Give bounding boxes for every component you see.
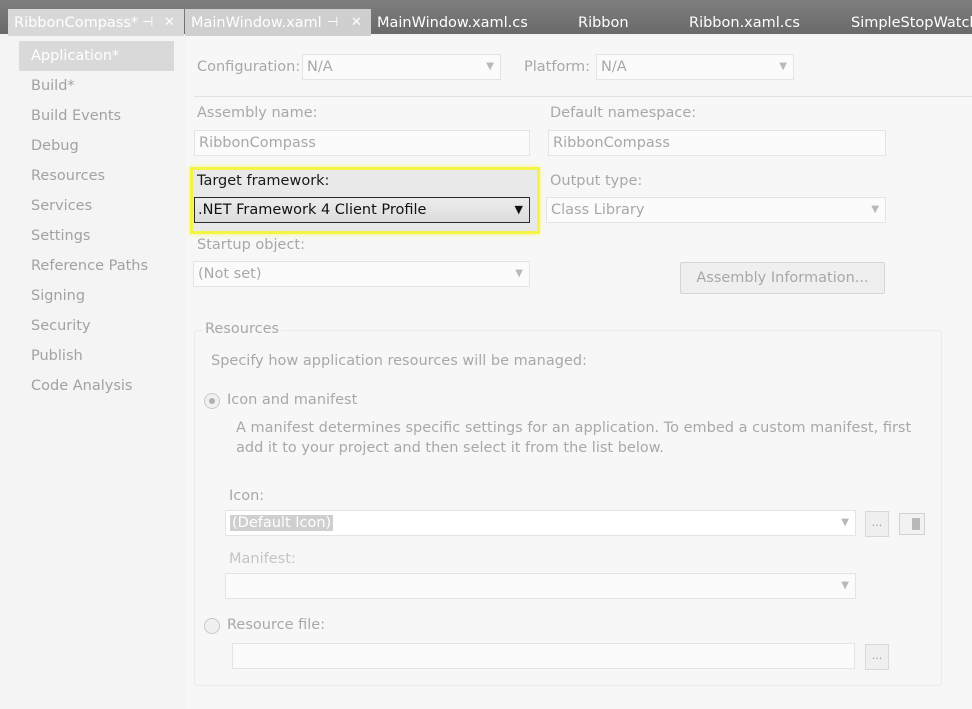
chevron-down-icon: ▼ <box>841 517 849 528</box>
sidebar-item-publish[interactable]: Publish <box>31 348 83 364</box>
tab-simplestopwatch[interactable]: SimpleStopWatch. <box>845 9 972 36</box>
close-icon[interactable]: ✕ <box>164 9 175 37</box>
chevron-down-icon: ▼ <box>486 61 494 72</box>
divider <box>194 96 972 97</box>
assembly-information-button[interactable]: Assembly Information... <box>680 262 885 294</box>
chevron-down-icon: ▼ <box>841 580 849 591</box>
resource-file-browse-button[interactable]: ... <box>865 644 889 670</box>
tab-ribboncompass[interactable]: RibbonCompass* ⊣ ✕ <box>8 9 184 36</box>
sidebar-item-security[interactable]: Security <box>31 318 91 334</box>
icon-manifest-radio[interactable] <box>204 393 220 409</box>
platform-label: Platform: <box>524 59 591 75</box>
tab-label: MainWindow.xaml.cs <box>377 15 528 31</box>
target-framework-label: Target framework: <box>197 173 330 189</box>
tab-mainwindow-xaml[interactable]: MainWindow.xaml ⊣ ✕ <box>185 9 371 36</box>
icon-manifest-desc-line-2: add it to your project and then select i… <box>236 440 664 456</box>
tab-mainwindow-xaml-cs[interactable]: MainWindow.xaml.cs <box>371 9 528 36</box>
configuration-label: Configuration: <box>197 59 301 75</box>
icon-preview-icon <box>899 513 925 535</box>
icon-preview-block <box>912 518 920 530</box>
properties-sidebar: Application* Build* Build Events Debug R… <box>0 36 186 709</box>
startup-object-value: (Not set) <box>198 266 262 282</box>
chevron-down-icon: ▼ <box>515 268 523 279</box>
chevron-down-icon: ▼ <box>871 204 879 215</box>
output-type-label: Output type: <box>550 173 643 189</box>
sidebar-item-code-analysis[interactable]: Code Analysis <box>31 378 132 394</box>
icon-value: (Default Icon) <box>230 515 334 531</box>
default-namespace-input[interactable]: RibbonCompass <box>548 130 886 156</box>
platform-combo[interactable]: N/A ▼ <box>596 54 794 80</box>
resource-file-input[interactable] <box>232 643 855 669</box>
configuration-value: N/A <box>307 59 333 75</box>
resource-file-label: Resource file: <box>227 617 326 633</box>
output-type-combo[interactable]: Class Library ▼ <box>546 197 886 223</box>
sidebar-item-debug[interactable]: Debug <box>31 138 79 154</box>
assembly-name-input[interactable]: RibbonCompass <box>194 130 530 156</box>
tab-ribbon[interactable]: Ribbon <box>572 9 629 36</box>
tab-label: MainWindow.xaml <box>191 15 322 31</box>
configuration-combo[interactable]: N/A ▼ <box>302 54 501 80</box>
pin-icon[interactable]: ⊣ <box>327 9 338 37</box>
target-framework-combo[interactable]: .NET Framework 4 Client Profile ▼ <box>194 197 530 223</box>
default-namespace-label: Default namespace: <box>550 105 697 121</box>
sidebar-item-resources[interactable]: Resources <box>31 168 105 184</box>
sidebar-item-build[interactable]: Build* <box>31 78 75 94</box>
chevron-down-icon: ▼ <box>779 61 787 72</box>
platform-value: N/A <box>601 59 627 75</box>
close-icon[interactable]: ✕ <box>351 9 362 37</box>
tab-label: Ribbon.xaml.cs <box>689 15 800 31</box>
sidebar-item-reference-paths[interactable]: Reference Paths <box>31 258 148 274</box>
icon-combo[interactable]: (Default Icon) ▼ <box>225 510 856 536</box>
resources-description: Specify how application resources will b… <box>211 353 587 369</box>
sidebar-item-signing[interactable]: Signing <box>31 288 85 304</box>
radio-selected-dot <box>209 398 215 404</box>
resource-file-radio[interactable] <box>204 618 220 634</box>
manifest-combo[interactable]: ▼ <box>225 573 856 599</box>
resources-group-label: Resources <box>203 321 282 337</box>
manifest-label: Manifest: <box>229 551 296 567</box>
icon-manifest-label: Icon and manifest <box>227 392 358 408</box>
output-type-value: Class Library <box>551 202 645 218</box>
document-tab-bar: RibbonCompass* ⊣ ✕ MainWindow.xaml ⊣ ✕ M… <box>0 0 972 36</box>
startup-object-combo[interactable]: (Not set) ▼ <box>193 261 530 287</box>
sidebar-item-application[interactable]: Application* <box>19 41 174 71</box>
sidebar-item-services[interactable]: Services <box>31 198 92 214</box>
target-framework-value: .NET Framework 4 Client Profile <box>198 202 427 218</box>
tab-label: Ribbon <box>578 15 629 31</box>
sidebar-item-build-events[interactable]: Build Events <box>31 108 121 124</box>
chevron-down-icon: ▼ <box>514 203 523 216</box>
icon-browse-button[interactable]: ... <box>865 511 889 537</box>
tab-label: RibbonCompass* <box>14 15 139 31</box>
icon-manifest-desc-line-1: A manifest determines specific settings … <box>236 420 912 436</box>
icon-label: Icon: <box>229 488 265 504</box>
sidebar-item-settings[interactable]: Settings <box>31 228 90 244</box>
startup-object-label: Startup object: <box>197 237 305 253</box>
tab-label: SimpleStopWatch. <box>851 15 972 31</box>
pin-icon[interactable]: ⊣ <box>142 9 153 37</box>
tab-ribbon-xaml-cs[interactable]: Ribbon.xaml.cs <box>683 9 800 36</box>
assembly-name-label: Assembly name: <box>197 105 318 121</box>
